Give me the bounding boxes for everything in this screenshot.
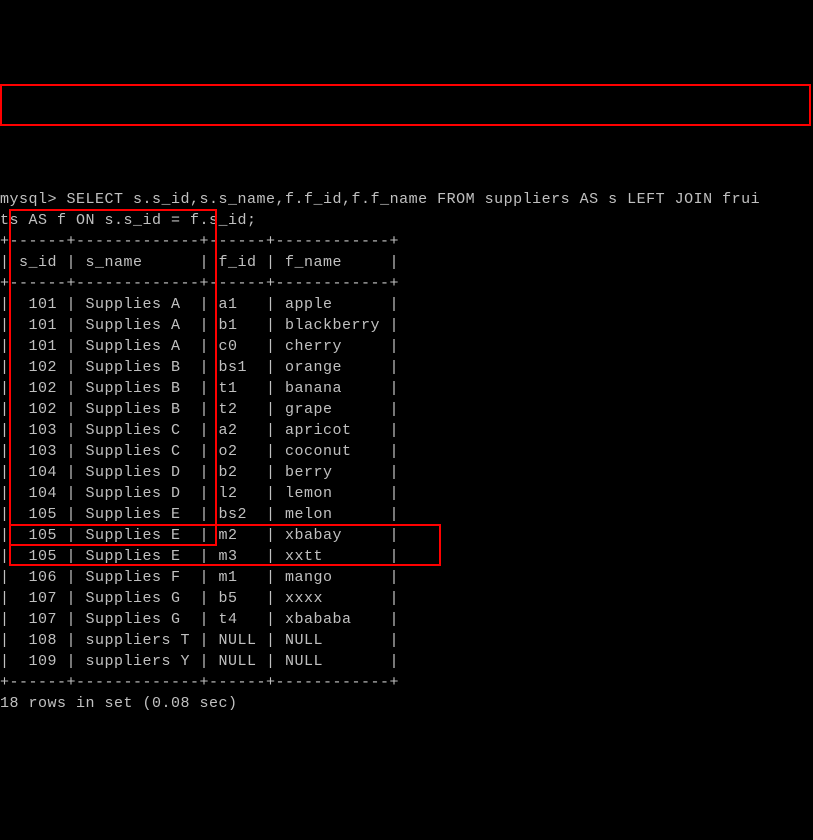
table-row: | 107 | Supplies G | t4 | xbababa | [0,611,399,628]
table-row: | 101 | Supplies A | b1 | blackberry | [0,317,399,334]
highlight-query-box [0,84,811,126]
table-row: | 109 | suppliers Y | NULL | NULL | [0,653,399,670]
table-separator-header: +------+-------------+------+-----------… [0,275,399,292]
table-row: | 107 | Supplies G | b5 | xxxx | [0,590,399,607]
table-row: | 103 | Supplies C | a2 | apricot | [0,422,399,439]
table-row: | 101 | Supplies A | c0 | cherry | [0,338,399,355]
terminal-content[interactable]: mysql> SELECT s.s_id,s.s_name,f.f_id,f.f… [0,189,813,714]
table-row: | 104 | Supplies D | b2 | berry | [0,464,399,481]
table-separator-bottom: +------+-------------+------+-----------… [0,674,399,691]
table-row: | 102 | Supplies B | t2 | grape | [0,401,399,418]
table-header: | s_id | s_name | f_id | f_name | [0,254,399,271]
table-row: | 108 | suppliers T | NULL | NULL | [0,632,399,649]
table-row: | 103 | Supplies C | o2 | coconut | [0,443,399,460]
table-row: | 104 | Supplies D | l2 | lemon | [0,485,399,502]
result-footer: 18 rows in set (0.08 sec) [0,695,238,712]
table-row: | 102 | Supplies B | bs1 | orange | [0,359,399,376]
terminal-container: mysql> SELECT s.s_id,s.s_name,f.f_id,f.f… [0,84,813,735]
table-row: | 105 | Supplies E | m2 | xbabay | [0,527,399,544]
table-row: | 101 | Supplies A | a1 | apple | [0,296,399,313]
table-row: | 102 | Supplies B | t1 | banana | [0,380,399,397]
mysql-prompt: mysql> [0,191,67,208]
table-separator-top: +------+-------------+------+-----------… [0,233,399,250]
sql-query: SELECT s.s_id,s.s_name,f.f_id,f.f_name F… [0,191,760,229]
table-row: | 106 | Supplies F | m1 | mango | [0,569,399,586]
table-row: | 105 | Supplies E | m3 | xxtt | [0,548,399,565]
table-row: | 105 | Supplies E | bs2 | melon | [0,506,399,523]
